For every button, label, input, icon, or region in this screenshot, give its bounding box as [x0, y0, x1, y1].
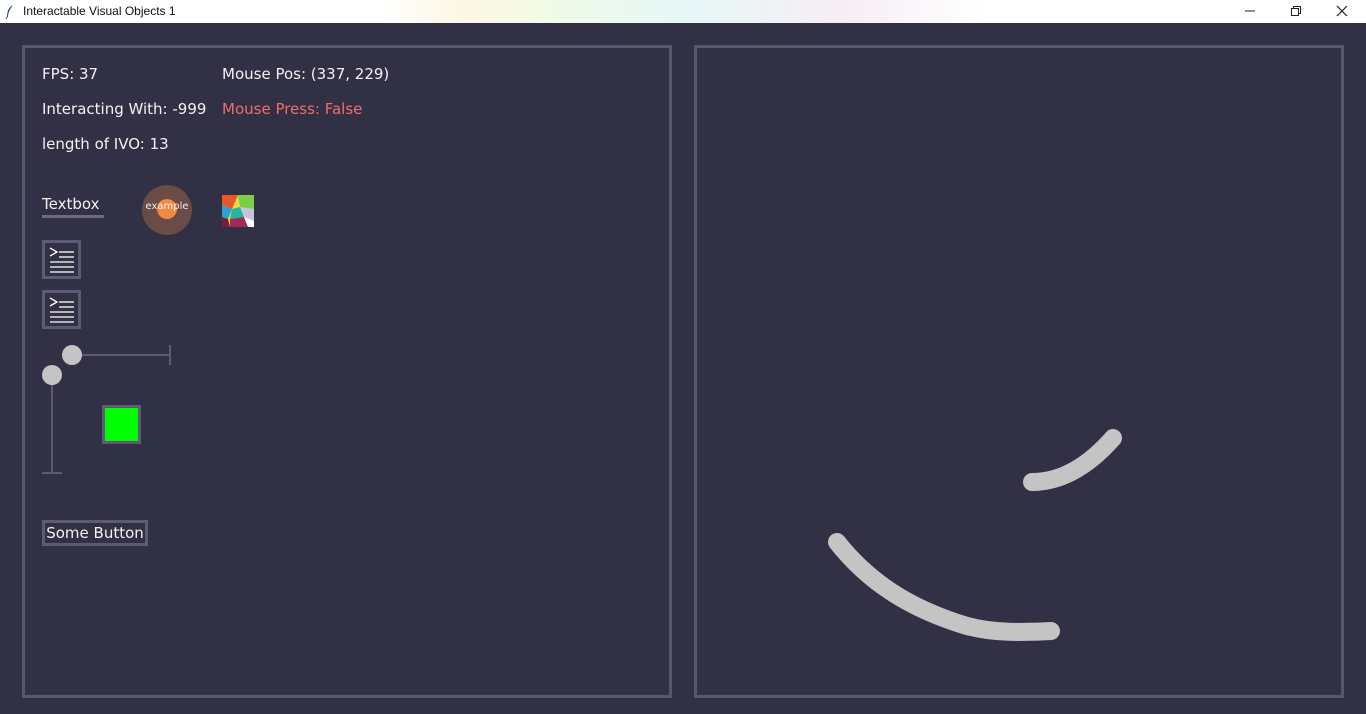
textbox[interactable]: Textbox	[42, 194, 104, 218]
vertical-slider-end	[42, 472, 62, 474]
toggle-label: example	[145, 201, 189, 212]
interacting-with-label: Interacting With: -999	[42, 100, 207, 118]
mouse-press-label: Mouse Press: False	[222, 100, 363, 118]
close-icon	[1336, 5, 1348, 17]
horizontal-slider-handle[interactable]	[62, 345, 82, 365]
color-box[interactable]	[102, 405, 141, 444]
restore-icon	[1291, 6, 1301, 16]
title-bar[interactable]: Interactable Visual Objects 1	[0, 0, 1366, 23]
ivo-length-label: length of IVO: 13	[42, 135, 169, 153]
drawing-canvas[interactable]	[697, 48, 1341, 695]
drawn-stroke-upper	[1023, 429, 1122, 491]
horizontal-slider-end	[169, 345, 171, 365]
window-title: Interactable Visual Objects 1	[23, 4, 176, 18]
minimize-icon	[1245, 10, 1255, 12]
vertical-slider-handle[interactable]	[42, 365, 62, 385]
mouse-pos-label: Mouse Pos: (337, 229)	[222, 65, 390, 83]
indent-list-icon	[49, 297, 74, 323]
textbox-text: Textbox	[42, 195, 100, 213]
minimize-button[interactable]	[1227, 0, 1273, 23]
fps-label: FPS: 37	[42, 65, 99, 83]
image-icon[interactable]	[222, 195, 254, 227]
indent-list-icon	[49, 247, 74, 273]
list-button-1[interactable]	[42, 240, 81, 279]
list-button-2[interactable]	[42, 290, 81, 329]
some-button[interactable]: Some Button	[42, 520, 148, 546]
drawn-stroke-lower	[828, 533, 1060, 641]
vertical-slider-track[interactable]	[51, 375, 53, 474]
close-button[interactable]	[1319, 0, 1365, 23]
feather-icon	[5, 5, 13, 19]
restore-button[interactable]	[1273, 0, 1319, 23]
horizontal-slider-track[interactable]	[72, 354, 171, 356]
